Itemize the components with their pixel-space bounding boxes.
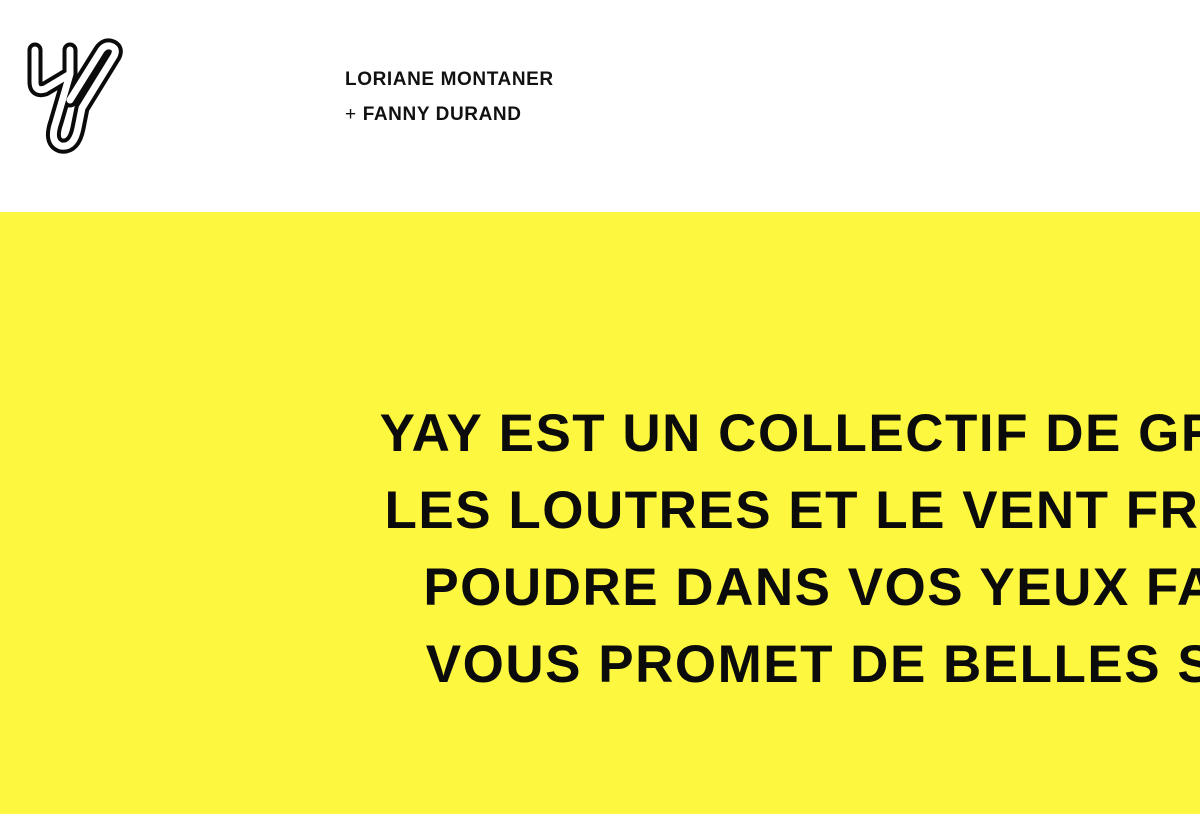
yay-logo[interactable] (26, 36, 126, 154)
tagline-line-1: YAY EST UN COLLECTIF DE GRA (379, 404, 1200, 463)
tagline-line-4: VOUS PROMET DE BELLES S (425, 635, 1200, 694)
site-header: LORIANE MONTANER + FANNY DURAND (0, 0, 1200, 212)
tagline-line-3: POUDRE DANS VOS YEUX FA (423, 558, 1200, 617)
hero-section: YAY EST UN COLLECTIF DE GRA LES LOUTRES … (0, 212, 1200, 814)
author-name-1: LORIANE MONTANER (345, 69, 554, 90)
plus-sign: + (345, 104, 357, 125)
author-name-2: FANNY DURAND (362, 104, 522, 125)
tagline-line-2: LES LOUTRES ET LE VENT FRAI (384, 481, 1200, 540)
hero-tagline: YAY EST UN COLLECTIF DE GRA LES LOUTRES … (0, 395, 1200, 703)
author-name-2-line: + FANNY DURAND (345, 97, 554, 132)
authors: LORIANE MONTANER + FANNY DURAND (345, 62, 554, 132)
yay-logo-icon (27, 38, 123, 154)
